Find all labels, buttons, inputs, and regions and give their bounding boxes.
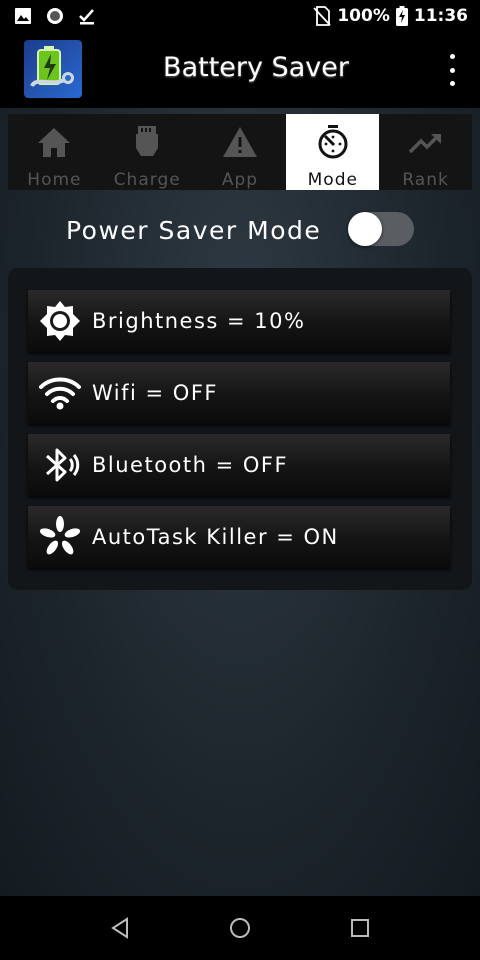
setting-label: Bluetooth = OFF [92, 453, 289, 477]
download-done-icon [79, 9, 94, 25]
navigation-bar [0, 896, 480, 960]
back-icon[interactable] [108, 916, 132, 940]
bluetooth-icon [38, 443, 82, 487]
brightness-icon [38, 299, 82, 343]
timer-icon [318, 125, 348, 159]
recents-icon[interactable] [348, 916, 372, 940]
setting-label: Wifi = OFF [92, 381, 218, 405]
status-bar: 100% 11:36 [0, 0, 480, 32]
overflow-dot [449, 81, 455, 86]
power-saver-toggle[interactable] [348, 212, 414, 246]
trending-up-icon [408, 134, 441, 154]
overflow-dot [449, 67, 455, 73]
tab-charge[interactable]: Charge [101, 114, 194, 190]
no-sim-icon [313, 6, 331, 26]
toggle-knob [348, 212, 382, 246]
app-title: Battery Saver [163, 52, 349, 83]
clock: 11:36 [413, 6, 468, 26]
gallery-notification-icon [15, 8, 31, 24]
main-content: Home Charge App Mode Rank Power Saver Mo… [0, 108, 480, 896]
tab-home[interactable]: Home [8, 114, 101, 190]
tab-label: App [221, 170, 259, 190]
warning-icon [222, 127, 257, 157]
bluetooth-setting[interactable]: Bluetooth = OFF [28, 434, 450, 496]
overflow-dot [449, 54, 455, 59]
app-bar: Battery Saver [0, 32, 480, 108]
tab-app[interactable]: App [194, 114, 287, 190]
wifi-icon [38, 371, 82, 415]
tab-label: Rank [402, 170, 449, 190]
setting-label: Brightness = 10% [92, 309, 306, 333]
home-icon [38, 128, 71, 157]
tab-label: Home [27, 170, 82, 190]
setting-label: AutoTask Killer = ON [92, 525, 339, 549]
power-saver-label: Power Saver Mode [66, 216, 322, 245]
overflow-menu-button[interactable] [442, 54, 462, 86]
tab-rank[interactable]: Rank [379, 114, 472, 190]
tab-label: Charge [113, 170, 181, 190]
brightness-setting[interactable]: Brightness = 10% [28, 290, 450, 352]
sync-notification-icon [47, 8, 63, 24]
charger-plug-icon [136, 126, 159, 156]
settings-panel: Brightness = 10% Wifi = OFF Bluetooth = … [8, 268, 472, 590]
battery-percent: 100% [337, 6, 390, 26]
battery-charging-icon [395, 6, 408, 26]
autotask-killer-setting[interactable]: AutoTask Killer = ON [28, 506, 450, 568]
tab-label: Mode [307, 170, 358, 190]
tab-mode[interactable]: Mode [286, 114, 380, 190]
home-nav-icon[interactable] [228, 916, 252, 940]
wifi-setting[interactable]: Wifi = OFF [28, 362, 450, 424]
power-saver-row: Power Saver Mode [0, 208, 480, 256]
tab-bar: Home Charge App Mode Rank [8, 114, 472, 190]
task-killer-icon [38, 515, 82, 559]
